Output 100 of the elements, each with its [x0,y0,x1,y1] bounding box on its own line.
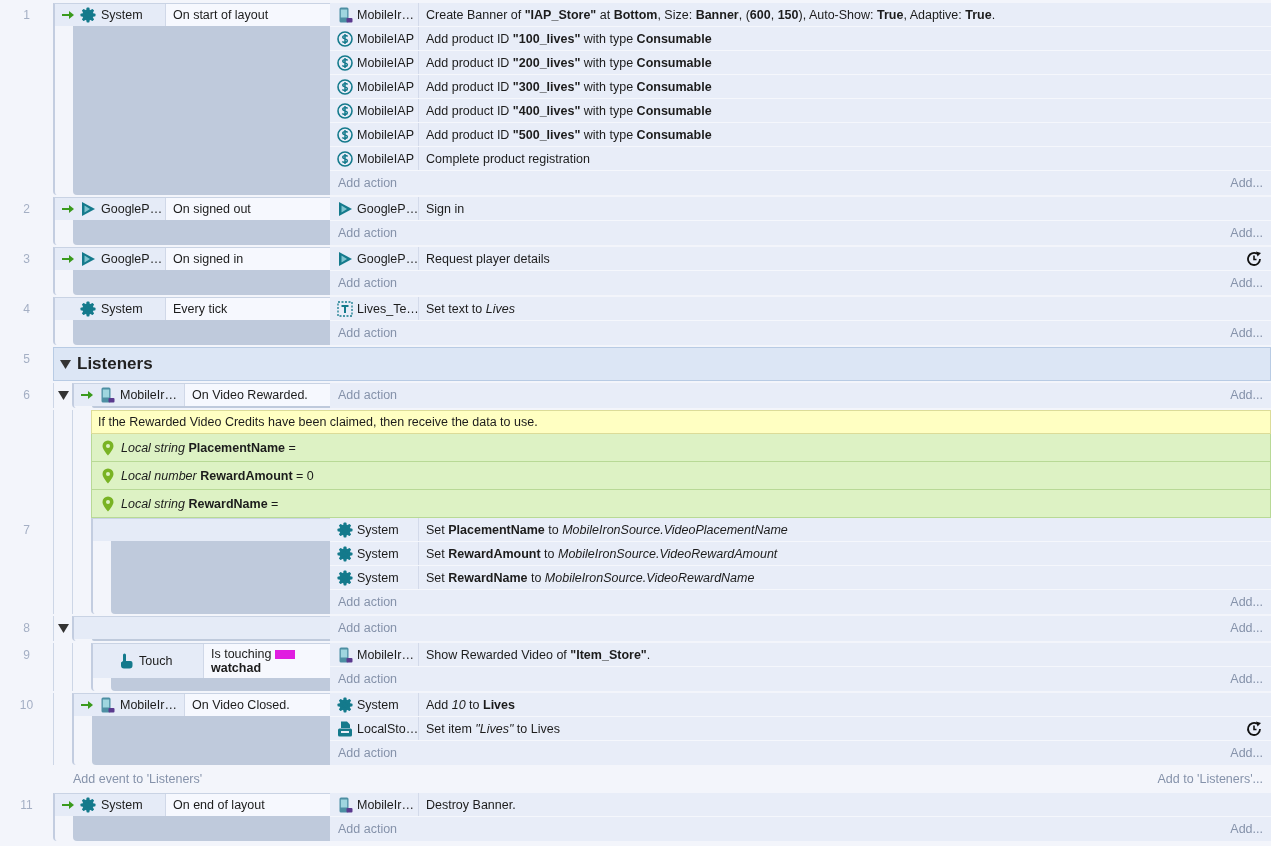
action-text: Add 10 to Lives [425,697,516,712]
gear-icon [80,797,96,813]
action-row[interactable]: MobileIAP Add product ID "500_lives" with type Consumable [330,123,1271,147]
play-icon [80,201,96,217]
condition-object-cell[interactable]: GoogleP… [55,248,166,270]
object-name: MobileIAP [357,103,414,118]
phone-icon [337,646,353,663]
object-name: MobileIr… [357,647,414,662]
action-text: Add product ID "100_lives" with type Consumable [425,31,713,46]
object-name: GoogleP… [357,251,418,266]
object-name: System [357,546,399,561]
gear-icon [337,521,353,538]
group-header[interactable]: Listeners [53,347,1271,381]
condition-text: Is touching [211,647,272,661]
dollar-coin-icon [337,126,353,143]
action-text: Create Banner of "IAP_Store" at Bottom, Size: Banner, (600, 150), Auto-Show: True, Adaptive: True. [425,7,997,22]
condition-object-cell[interactable]: System [55,298,166,320]
object-name: MobileIAP [357,127,414,142]
gear-icon [337,569,353,586]
line-number: 8 [23,621,30,635]
event-block[interactable]: GoogleP… On signed in [53,247,330,295]
event-block[interactable]: System Every tick [53,297,330,345]
action-row[interactable]: GoogleP… Sign in [330,197,1271,221]
pin-icon [102,467,114,484]
action-row[interactable]: MobileIr… Create Banner of "IAP_Store" at Bottom, Size: Banner, (600, 150), Auto-Show: True, Adaptive: True. [330,3,1271,27]
line-number: 10 [19,698,34,712]
action-row[interactable]: MobileIr… Show Rewarded Video of "Item_Store". [330,643,1271,667]
action-row[interactable]: System Set RewardName to MobileIronSource.VideoRewardName [330,566,1271,590]
object-name: MobileIr… [120,698,177,712]
action-row[interactable]: MobileIAP Add product ID "200_lives" with type Consumable [330,51,1271,75]
local-variable-row[interactable]: Local string RewardName = [91,490,1271,518]
object-name: MobileIAP [357,151,414,166]
parameter-name: watchad [211,661,262,675]
object-name: Touch [139,654,173,668]
action-row[interactable]: MobileIAP Add product ID "300_lives" with type Consumable [330,75,1271,99]
line-number: 9 [23,648,30,662]
action-text: Complete product registration [425,151,591,166]
phone-icon [99,697,115,713]
event-block[interactable]: MobileIr… On Video Rewarded. [72,383,330,408]
dollar-coin-icon [337,150,353,167]
local-variable-row[interactable]: Local number RewardAmount = 0 [91,462,1271,490]
condition-text: On signed out [173,202,251,216]
comment[interactable]: If the Rewarded Video Credits have been claimed, then receive the data to use. [91,410,1271,434]
condition-object-cell[interactable]: MobileIr… [74,384,185,406]
action-row[interactable]: MobileIAP Add product ID "100_lives" with type Consumable [330,27,1271,51]
action-text: Add product ID "300_lives" with type Consumable [425,79,713,94]
action-text: Add product ID "500_lives" with type Consumable [425,127,713,142]
action-row[interactable]: MobileIr… Destroy Banner. [330,793,1271,817]
condition-text: On Video Rewarded. [192,388,308,402]
action-row[interactable]: LocalSto… Set item "Lives" to Lives [330,717,1271,741]
line-number: 2 [23,202,30,216]
condition-object-cell[interactable]: System [55,794,166,816]
pin-icon [102,439,114,456]
event-block[interactable]: GoogleP… On signed out [53,197,330,245]
object-name: GoogleP… [101,202,163,216]
action-row[interactable]: MobileIAP Complete product registration [330,147,1271,171]
gear-icon [80,301,96,317]
condition-object-cell[interactable]: GoogleP… [55,198,166,220]
action-text: Destroy Banner. [425,797,517,812]
group-title: Listeners [77,354,153,374]
action-row[interactable]: GoogleP… Request player details [330,247,1271,271]
object-name: MobileIr… [357,797,414,812]
condition-object-cell[interactable]: System [55,4,166,26]
play-icon [80,251,96,267]
action-text: Set PlacementName to MobileIronSource.VideoPlacementName [425,522,789,537]
object-name: System [101,8,143,22]
line-number: 6 [23,388,30,402]
action-text: Set text to Lives [425,301,516,316]
action-text: Add product ID "400_lives" with type Consumable [425,103,713,118]
phone-icon [99,387,115,403]
hand-pointer-icon [118,653,134,669]
object-name: Lives_Te… [357,301,418,316]
expand-toggle[interactable] [57,623,69,634]
action-text: Show Rewarded Video of "Item_Store". [425,647,652,662]
action-text: Request player details [425,251,551,266]
line-number: 5 [23,352,30,366]
condition-object-cell[interactable]: MobileIr… [74,694,185,716]
variable-text: Local number RewardAmount = 0 [121,468,314,483]
action-text: Set RewardAmount to MobileIronSource.VideoRewardAmount [425,546,779,561]
action-row[interactable]: Lives_Te… Set text to Lives [330,297,1271,321]
gear-icon [337,545,353,562]
event-block[interactable]: Touch Is touching watchad [91,643,330,691]
action-text: Add product ID "200_lives" with type Consumable [425,55,713,70]
condition-text: Every tick [173,302,228,316]
action-text: Set item "Lives" to Lives [425,721,561,736]
dollar-coin-icon [337,102,353,119]
sprite-swatch-icon [275,649,296,659]
play-icon [337,250,353,267]
expand-toggle[interactable] [57,390,69,401]
event-block[interactable]: System On end of layout [53,793,330,841]
action-row[interactable]: MobileIAP Add product ID "400_lives" with type Consumable [330,99,1271,123]
action-row[interactable]: System Set PlacementName to MobileIronSource.VideoPlacementName [330,518,1271,542]
action-row[interactable]: System Add 10 to Lives [330,693,1271,717]
action-row[interactable]: System Set RewardAmount to MobileIronSource.VideoRewardAmount [330,542,1271,566]
local-variable-row[interactable]: Local string PlacementName = [91,434,1271,462]
object-name: GoogleP… [357,201,418,216]
condition-object-cell[interactable]: Touch [93,644,204,678]
object-name: MobileIr… [357,7,414,22]
expand-toggle[interactable] [60,358,71,370]
object-name: System [101,302,143,316]
